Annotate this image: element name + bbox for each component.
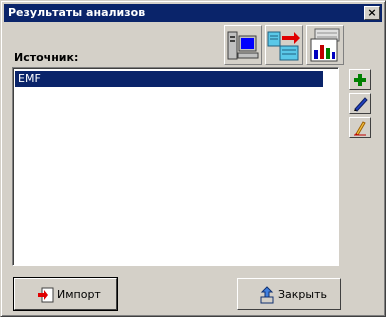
import-button[interactable]: Импорт xyxy=(13,277,118,311)
scrollbar[interactable] xyxy=(323,69,337,264)
import-icon xyxy=(38,287,54,303)
delete-button[interactable] xyxy=(349,117,371,138)
source-label: Источник: xyxy=(14,51,79,64)
report-icon xyxy=(310,28,340,62)
add-button[interactable] xyxy=(349,69,371,90)
transfer-icon xyxy=(267,31,300,61)
title-bar[interactable]: Результаты анализов × xyxy=(4,4,382,22)
edit-button[interactable] xyxy=(349,93,371,114)
close-icon: × xyxy=(367,6,377,19)
exit-icon xyxy=(260,286,274,304)
import-label: Импорт xyxy=(57,288,101,301)
add-icon xyxy=(354,74,366,86)
list-item[interactable]: EMF xyxy=(15,71,324,87)
source-list[interactable]: EMF xyxy=(12,67,339,266)
close-label: Закрыть xyxy=(278,288,327,301)
dialog-window: Результаты анализов × Источник: EMF Импо… xyxy=(0,0,386,317)
report-button[interactable] xyxy=(306,25,344,65)
computer-button[interactable] xyxy=(224,25,262,65)
window-title: Результаты анализов xyxy=(8,6,146,19)
computer-icon xyxy=(227,31,259,60)
transfer-button[interactable] xyxy=(265,25,303,65)
close-button[interactable]: Закрыть xyxy=(237,278,341,310)
close-window-button[interactable]: × xyxy=(364,6,380,20)
edit-icon xyxy=(354,97,368,112)
delete-icon xyxy=(354,121,366,136)
